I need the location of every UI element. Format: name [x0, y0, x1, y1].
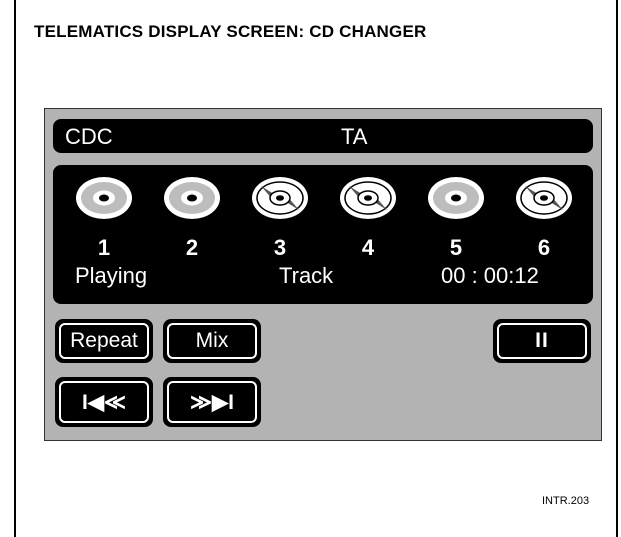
repeat-button-label: Repeat [59, 323, 149, 359]
previous-track-button[interactable]: I◀≪ [55, 377, 153, 427]
status-label: Playing [75, 263, 148, 288]
cd-disc-icon [164, 177, 220, 219]
disc-panel: 1 2 3 4 5 6 Playing Track 00 : 00:12 [53, 165, 593, 304]
ta-indicator: TA [341, 124, 368, 149]
disc-number: 2 [185, 235, 199, 260]
cd-disc-icon [340, 177, 396, 219]
cd-disc-icon [428, 177, 484, 219]
page-frame-right [616, 0, 618, 537]
figure-reference: INTR.203 [542, 495, 590, 507]
disc-number: 6 [537, 235, 551, 260]
disc-number: 3 [273, 235, 287, 260]
mix-button[interactable]: Mix [163, 319, 261, 363]
mode-label: CDC [65, 124, 113, 149]
cd-disc-icon [76, 177, 132, 219]
repeat-button[interactable]: Repeat [55, 319, 153, 363]
disc-slot-4[interactable]: 4 [337, 165, 399, 295]
page-frame-left [14, 0, 16, 537]
telematics-screen: CDC TA 1 2 3 4 5 6 Playing Track 00 : 00:12 R… [44, 108, 602, 441]
previous-track-icon: I◀≪ [59, 381, 149, 423]
disc-slot-2[interactable]: 2 [161, 165, 223, 295]
page-heading: TELEMATICS DISPLAY SCREEN: CD CHANGER [34, 22, 427, 41]
disc-number: 4 [361, 235, 375, 260]
pause-button[interactable]: II [493, 319, 591, 363]
title-bar: CDC TA [53, 119, 593, 153]
track-label: Track [279, 263, 334, 288]
play-time: 00 : 00:12 [441, 263, 539, 288]
cd-disc-icon [516, 177, 572, 219]
disc-number: 1 [97, 235, 111, 260]
next-track-button[interactable]: ≫▶I [163, 377, 261, 427]
mix-button-label: Mix [167, 323, 257, 359]
pause-icon: II [497, 323, 587, 359]
disc-number: 5 [449, 235, 463, 260]
next-track-icon: ≫▶I [167, 381, 257, 423]
cd-disc-icon [252, 177, 308, 219]
